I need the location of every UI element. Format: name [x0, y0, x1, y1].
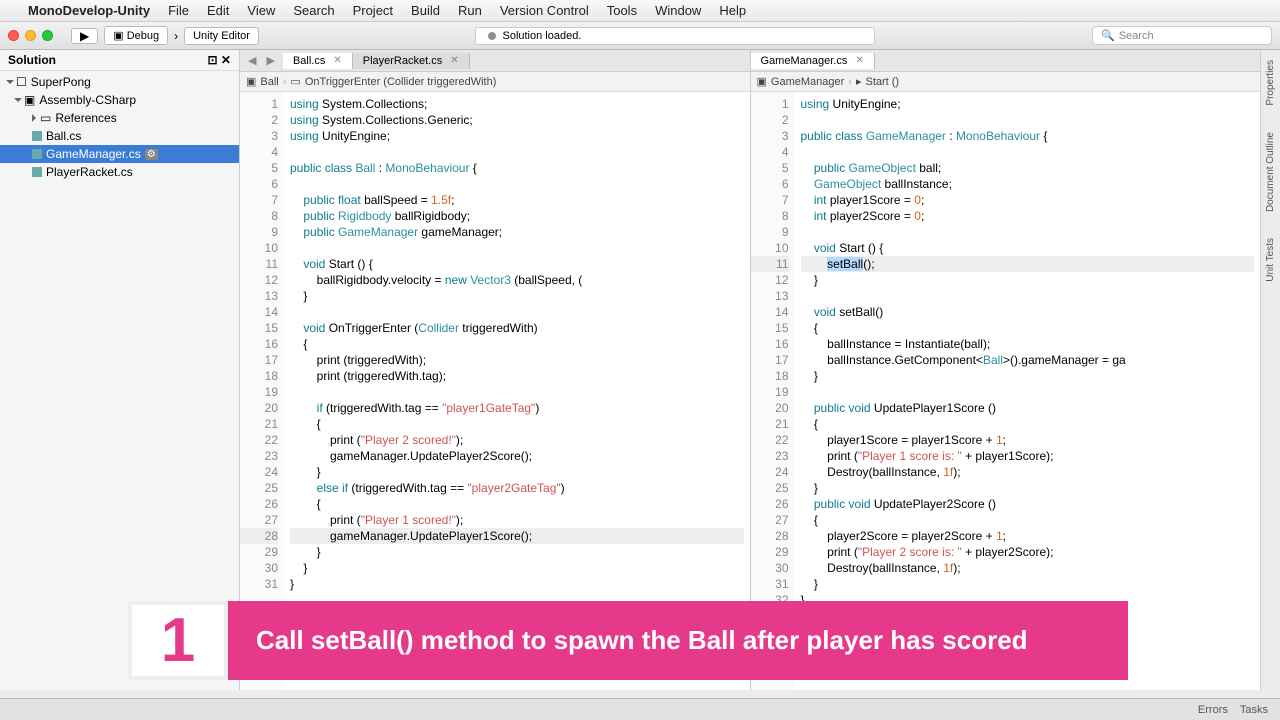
solution-tree: ☐ SuperPong ▣ Assembly-CSharp ▭ Referenc…	[0, 71, 239, 183]
tab-ball[interactable]: Ball.cs✕	[283, 53, 353, 69]
editor-right: GameManager.cs✕ ▣GameManager› ▸Start () …	[751, 50, 1261, 690]
editor-left-breadcrumb[interactable]: ▣Ball› ▭OnTriggerEnter (Collider trigger…	[240, 72, 750, 92]
statusbar-tasks[interactable]: Tasks	[1240, 704, 1268, 716]
config-separator: ›	[174, 29, 178, 43]
menu-run[interactable]: Run	[458, 3, 482, 18]
menu-search[interactable]: Search	[293, 3, 334, 18]
menu-window[interactable]: Window	[655, 3, 701, 18]
menu-view[interactable]: View	[247, 3, 275, 18]
toolbar: ▶ ▣ Debug › Unity Editor Solution loaded…	[0, 22, 1280, 50]
tab-document-outline[interactable]: Document Outline	[1264, 128, 1277, 216]
menu-version-control[interactable]: Version Control	[500, 3, 589, 18]
tree-file-ball[interactable]: Ball.cs	[0, 127, 239, 145]
menu-project[interactable]: Project	[353, 3, 393, 18]
gear-icon[interactable]: ⚙	[145, 149, 158, 160]
solution-panel: Solution ⊡ ✕ ☐ SuperPong ▣ Assembly-CSha…	[0, 50, 240, 690]
status-dot-icon	[488, 32, 496, 40]
tab-gamemanager[interactable]: GameManager.cs✕	[751, 53, 875, 69]
menu-build[interactable]: Build	[411, 3, 440, 18]
global-search-input[interactable]: 🔍 Search	[1092, 26, 1272, 45]
config-debug[interactable]: ▣ Debug	[104, 26, 168, 45]
tree-file-gamemanager[interactable]: GameManager.cs ⚙	[0, 145, 239, 163]
tree-root[interactable]: ☐ SuperPong	[0, 73, 239, 91]
menu-help[interactable]: Help	[719, 3, 746, 18]
banner-text: Call setBall() method to spawn the Ball …	[228, 601, 1128, 680]
editor-left: ◀ ▶ Ball.cs✕ PlayerRacket.cs✕ ▣Ball› ▭On…	[240, 50, 751, 690]
nav-back-icon[interactable]: ◀	[244, 54, 260, 67]
close-icon[interactable]: ✕	[450, 55, 458, 66]
status-text: Solution loaded.	[502, 30, 581, 42]
panel-options-icon[interactable]: ⊡ ✕	[208, 53, 231, 67]
target-unity-editor[interactable]: Unity Editor	[184, 27, 259, 45]
close-window-icon[interactable]	[8, 30, 19, 41]
tab-unit-tests[interactable]: Unit Tests	[1264, 234, 1277, 286]
tutorial-banner: 1 Call setBall() method to spawn the Bal…	[128, 601, 1128, 680]
editor-right-tabs: GameManager.cs✕	[751, 50, 1261, 72]
editor-right-breadcrumb[interactable]: ▣GameManager› ▸Start ()	[751, 72, 1261, 92]
tree-assembly[interactable]: ▣ Assembly-CSharp	[0, 91, 239, 109]
minimize-window-icon[interactable]	[25, 30, 36, 41]
menu-tools[interactable]: Tools	[607, 3, 637, 18]
banner-step-number: 1	[128, 601, 228, 680]
tab-playerracket[interactable]: PlayerRacket.cs✕	[353, 53, 470, 69]
app-name: MonoDevelop-Unity	[28, 3, 150, 18]
statusbar: Errors Tasks	[0, 698, 1280, 720]
zoom-window-icon[interactable]	[42, 30, 53, 41]
tab-properties[interactable]: Properties	[1264, 56, 1277, 110]
menu-file[interactable]: File	[168, 3, 189, 18]
close-icon[interactable]: ✕	[333, 55, 341, 66]
right-tool-strip: Properties Document Outline Unit Tests	[1260, 50, 1280, 690]
window-controls	[8, 30, 53, 41]
tree-references[interactable]: ▭ References	[0, 109, 239, 127]
statusbar-errors[interactable]: Errors	[1198, 704, 1228, 716]
tree-file-playerracket[interactable]: PlayerRacket.cs	[0, 163, 239, 181]
search-icon: 🔍	[1101, 29, 1115, 42]
status-indicator: Solution loaded.	[475, 27, 875, 45]
solution-panel-header: Solution ⊡ ✕	[0, 50, 239, 71]
close-icon[interactable]: ✕	[855, 55, 863, 66]
menubar: MonoDevelop-Unity File Edit View Search …	[0, 0, 1280, 22]
run-button[interactable]: ▶	[71, 28, 98, 44]
menu-edit[interactable]: Edit	[207, 3, 229, 18]
editor-left-tabs: ◀ ▶ Ball.cs✕ PlayerRacket.cs✕	[240, 50, 750, 72]
nav-forward-icon[interactable]: ▶	[262, 54, 278, 67]
